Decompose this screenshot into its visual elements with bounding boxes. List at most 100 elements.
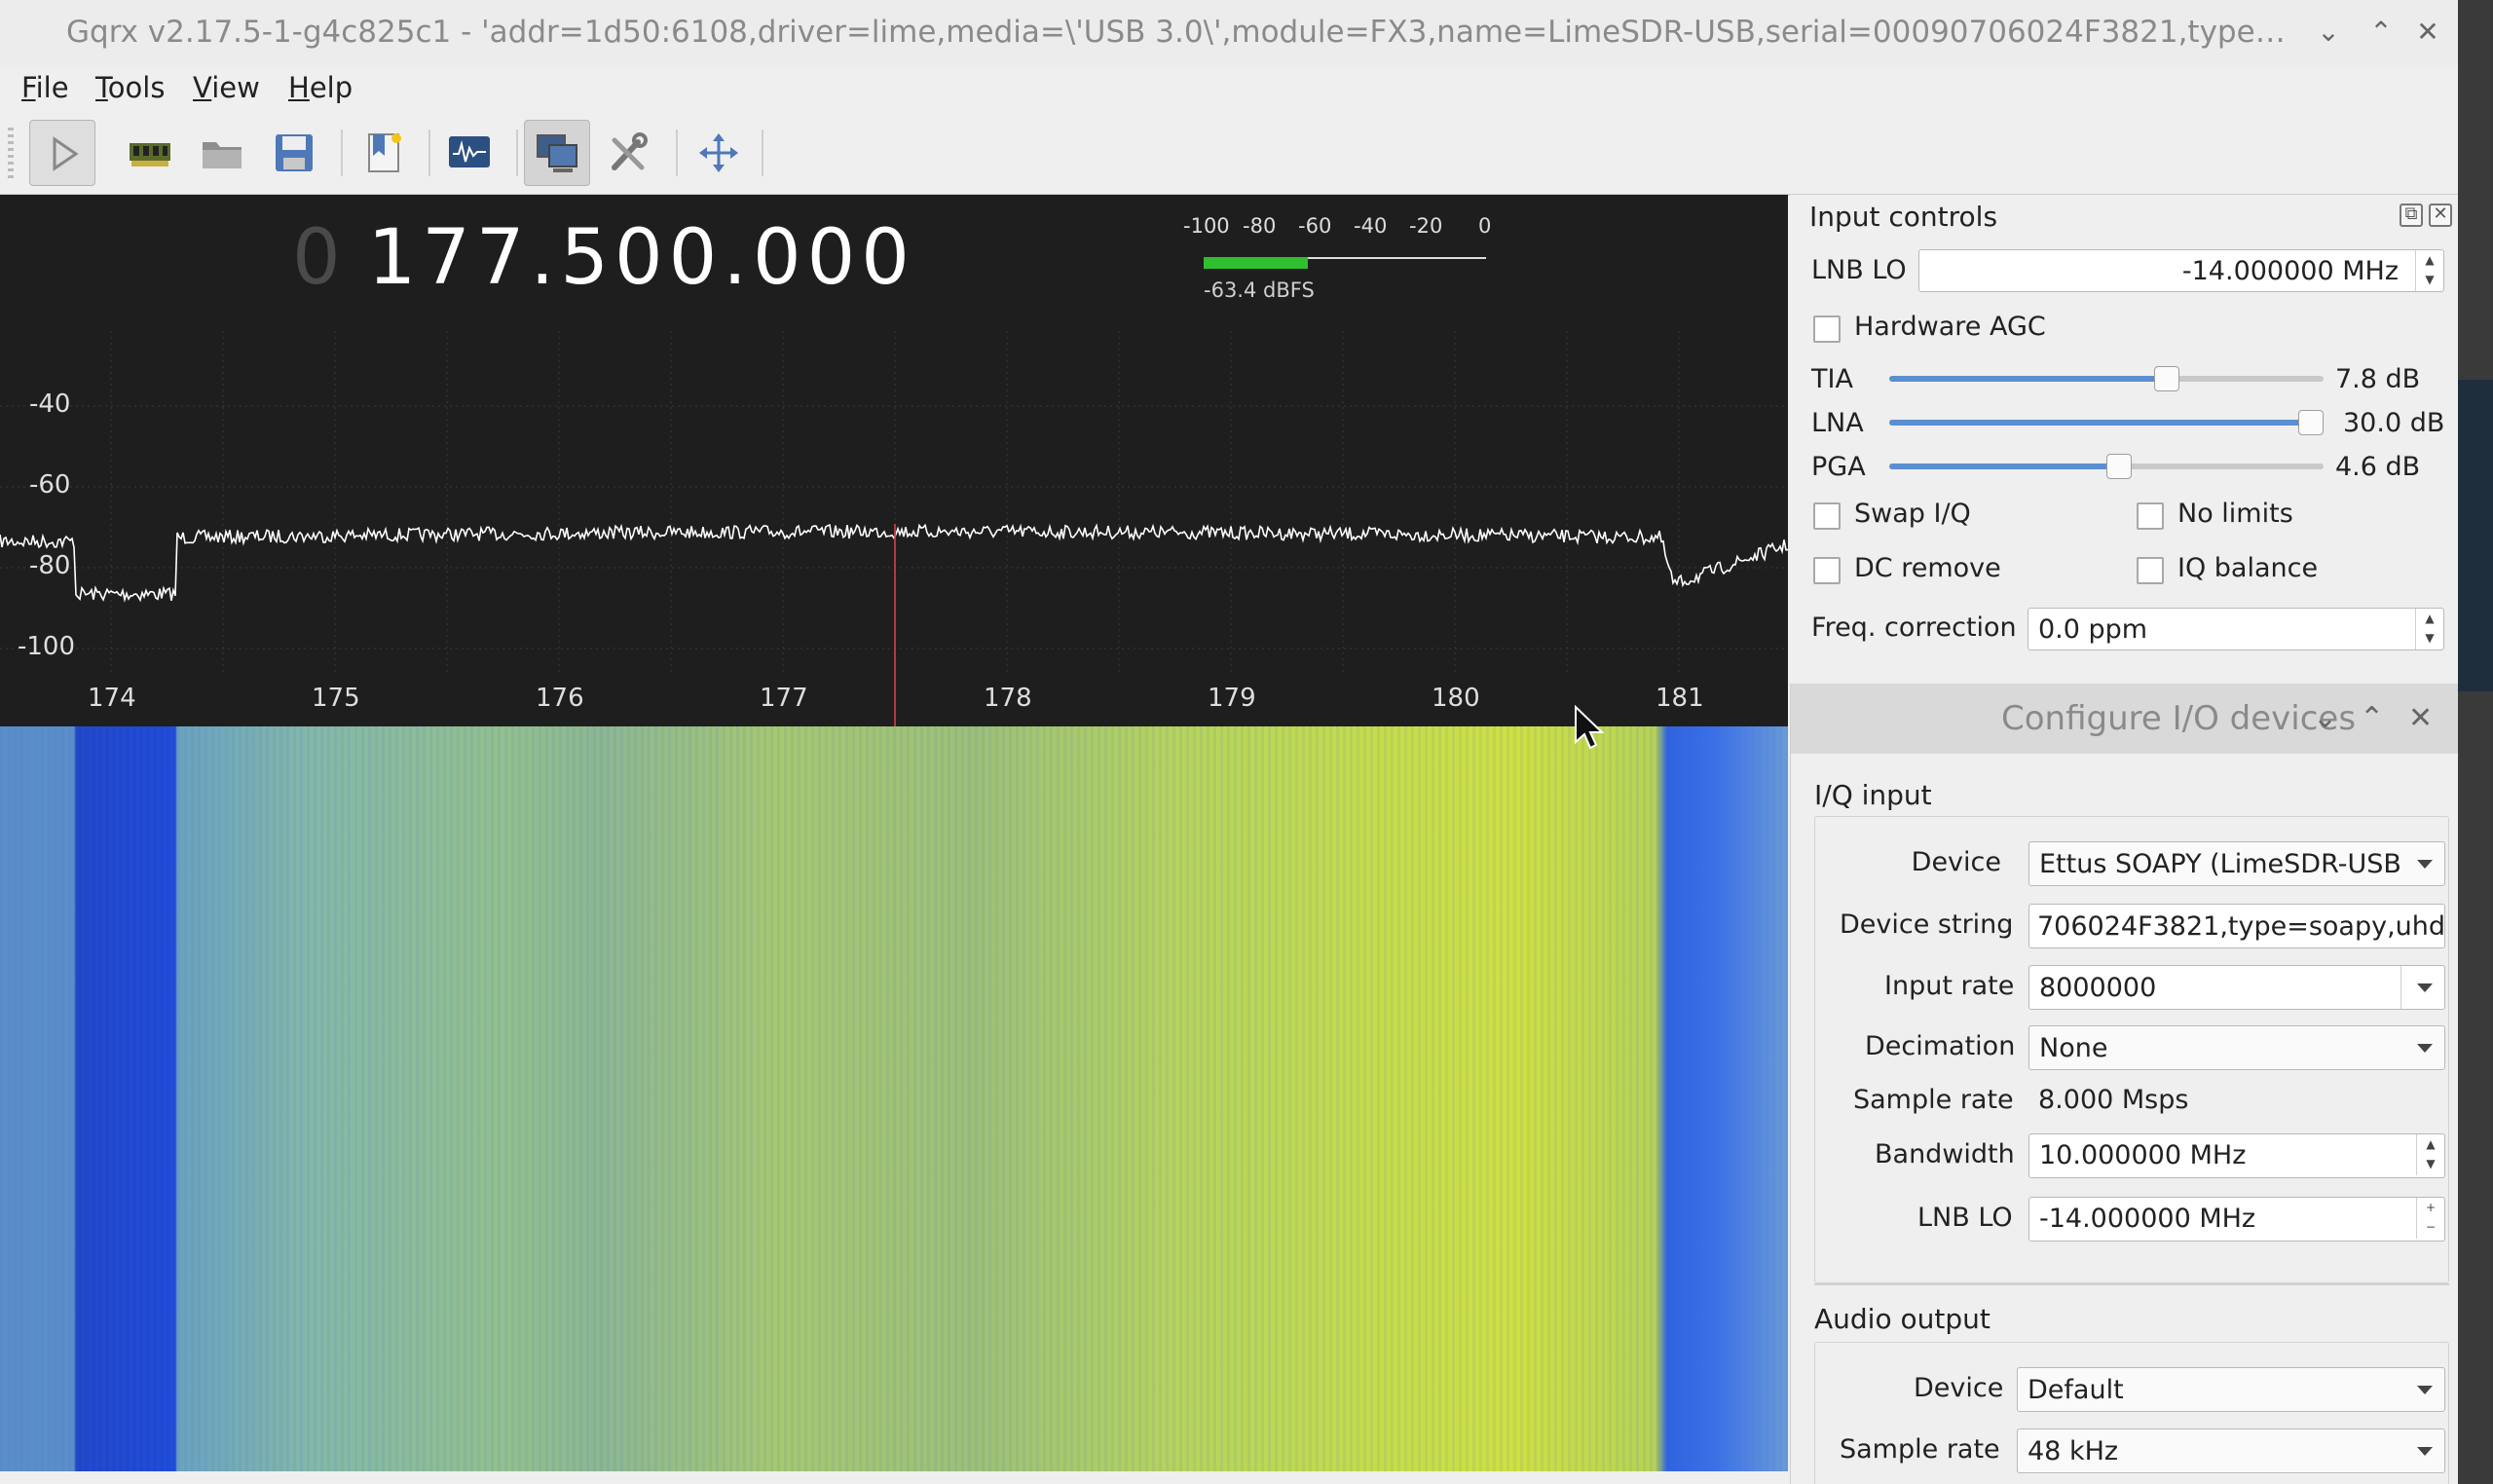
iq-balance-label: IQ balance	[2177, 553, 2319, 583]
combo-divider	[2400, 966, 2401, 1009]
network-computers-icon	[537, 134, 577, 172]
tia-value: 7.8 dB	[2335, 364, 2421, 394]
x-tick-label: 174	[88, 684, 136, 713]
maximize-icon[interactable]: ⌃	[2364, 16, 2398, 49]
io-dialog-titlebar[interactable]: Configure I/O devices ⌄ ⌃ ✕	[1791, 684, 2458, 754]
fft-view-button[interactable]	[686, 120, 752, 186]
waveform-icon	[449, 136, 490, 167]
freq-correction-spinbox[interactable]: 0.0 ppm ▲ ▼	[2028, 608, 2444, 650]
plus-minus-icon[interactable]: + −	[2416, 1198, 2444, 1239]
x-tick-label: 179	[1208, 684, 1256, 713]
close-icon[interactable]: ✕	[2411, 16, 2444, 49]
x-tick-label: 178	[984, 684, 1032, 713]
dc-remove-checkbox[interactable]	[1813, 557, 1841, 584]
y-tick-label: -40	[29, 390, 71, 419]
save-icon	[276, 134, 313, 171]
meter-tick: -60	[1298, 214, 1332, 238]
toolbar-separator	[341, 130, 343, 176]
resize-arrows-icon	[699, 133, 738, 172]
toolbar-separator	[676, 130, 678, 176]
lnb-lo-value: -14.000000 MHz	[2181, 256, 2399, 286]
input-rate-value: 8000000	[2039, 973, 2157, 1003]
menu-view[interactable]: View	[193, 71, 260, 104]
io-lnb-lo-spinbox[interactable]: -14.000000 MHz + −	[2028, 1197, 2445, 1242]
open-file-button[interactable]	[189, 120, 255, 186]
demod-cursor-line[interactable]	[894, 524, 896, 726]
folder-icon	[203, 142, 242, 168]
meter-readout: -63.4 dBFS	[1204, 278, 1315, 302]
meter-scale	[1204, 240, 1486, 259]
toolbar-separator	[762, 130, 763, 176]
menu-tools[interactable]: Tools	[95, 71, 165, 104]
waveform-button[interactable]	[436, 120, 502, 186]
lnb-lo-spinbox[interactable]: -14.000000 MHz ▲ ▼	[1918, 249, 2444, 292]
close-dock-icon[interactable]: ✕	[2429, 204, 2452, 227]
meter-tick: -20	[1409, 214, 1443, 238]
chevron-down-icon[interactable]: ⌄	[2313, 701, 2337, 735]
bandwidth-spinbox[interactable]: 10.000000 MHz ▲ ▼	[2028, 1133, 2445, 1178]
meter-tick: -80	[1243, 214, 1277, 238]
menu-help[interactable]: Help	[288, 71, 353, 104]
background-window-edge	[2458, 0, 2493, 1484]
toolbar-separator	[516, 130, 518, 176]
toolbar-separator	[428, 130, 430, 176]
settings-button[interactable]	[596, 120, 662, 186]
x-tick-label: 176	[536, 684, 584, 713]
iq-device-combo[interactable]: Ettus SOAPY (LimeSDR-USB	[2028, 841, 2445, 886]
dropdown-arrow-icon	[2417, 983, 2433, 992]
device-string-label: Device string	[1840, 909, 2014, 940]
device-string-input[interactable]: 706024F3821,type=soapy,uhd'	[2028, 904, 2445, 948]
toolbar-grip[interactable]	[8, 128, 14, 178]
decimation-value: None	[2039, 1033, 2108, 1063]
hardware-agc-checkbox[interactable]	[1813, 315, 1841, 343]
pga-slider-handle[interactable]	[2106, 454, 2132, 479]
frequency-value: 177.500.000	[367, 214, 915, 302]
dc-remove-label: DC remove	[1854, 553, 2001, 583]
configure-io-dialog: Configure I/O devices ⌄ ⌃ ✕ I/Q input De…	[1790, 684, 2458, 1484]
y-tick-label: -100	[18, 632, 76, 661]
iq-balance-checkbox[interactable]	[2137, 557, 2164, 584]
bookmarks-button[interactable]	[351, 120, 417, 186]
sample-rate-value: 8.000 Msps	[2038, 1085, 2189, 1115]
spectrum-plot[interactable]: 0 177.500.000 -100 -80 -60 -40 -20 0 -63.…	[0, 195, 1788, 726]
lna-slider-fill	[1889, 420, 2311, 426]
lna-label: LNA	[1811, 408, 1864, 438]
title-bar[interactable]: Gqrx v2.17.5-1-g4c825c1 - 'addr=1d50:610…	[0, 0, 2458, 68]
frequency-display[interactable]: 0 177.500.000	[292, 214, 915, 302]
configure-device-button[interactable]	[117, 120, 183, 186]
audio-sample-rate-label: Sample rate	[1840, 1434, 2000, 1465]
menu-bar: File Tools View Help	[0, 67, 2458, 109]
device-string-value: 706024F3821,type=soapy,uhd'	[2037, 911, 2445, 942]
y-tick-label: -60	[29, 470, 71, 500]
no-limits-checkbox[interactable]	[2137, 502, 2164, 530]
device-label: Device	[1911, 847, 2001, 877]
audio-device-combo[interactable]: Default	[2017, 1367, 2445, 1412]
x-tick-label: 175	[312, 684, 360, 713]
dropdown-arrow-icon	[2417, 1044, 2433, 1053]
window-title: Gqrx v2.17.5-1-g4c825c1 - 'addr=1d50:610…	[66, 15, 2306, 50]
x-tick-label: 181	[1656, 684, 1704, 713]
spin-arrows-icon[interactable]: ▲ ▼	[2415, 609, 2443, 649]
lna-slider-handle[interactable]	[2298, 410, 2324, 435]
spin-arrows-icon[interactable]: ▲ ▼	[2416, 1134, 2444, 1175]
float-dock-icon[interactable]: ⧉	[2400, 204, 2423, 227]
audio-device-value: Default	[2028, 1375, 2124, 1405]
close-icon[interactable]: ✕	[2408, 701, 2433, 735]
spin-arrows-icon[interactable]: ▲ ▼	[2415, 250, 2443, 291]
sample-rate-label: Sample rate	[1853, 1085, 2014, 1115]
chevron-down-icon[interactable]: ⌄	[2312, 16, 2345, 49]
waterfall-display[interactable]	[0, 726, 1788, 1471]
audio-sample-rate-combo[interactable]: 48 kHz	[2017, 1428, 2445, 1473]
io-dialog-title: Configure I/O devices	[2001, 699, 2357, 738]
swap-iq-checkbox[interactable]	[1813, 502, 1841, 530]
remote-control-button[interactable]	[524, 120, 590, 186]
maximize-icon[interactable]: ⌃	[2360, 701, 2384, 735]
save-button[interactable]	[261, 120, 327, 186]
freq-correction-value: 0.0 ppm	[2038, 614, 2148, 645]
tia-slider-handle[interactable]	[2154, 366, 2179, 391]
main-toolbar	[0, 108, 2458, 196]
decimation-combo[interactable]: None	[2028, 1025, 2445, 1070]
start-dsp-button[interactable]	[29, 120, 95, 186]
input-rate-combo[interactable]: 8000000	[2028, 965, 2445, 1010]
menu-file[interactable]: File	[21, 71, 69, 104]
